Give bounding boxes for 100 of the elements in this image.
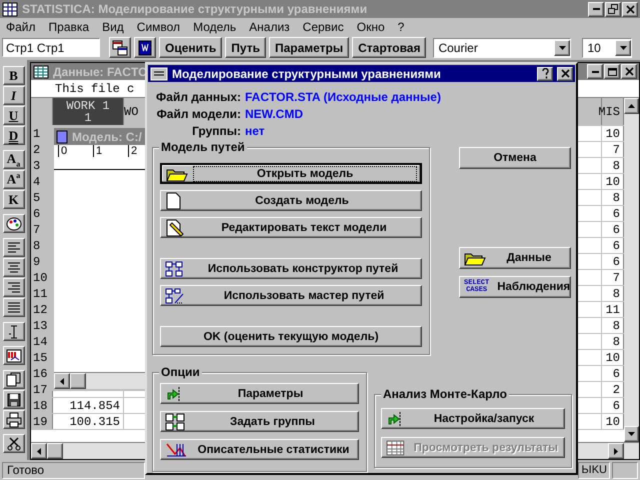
info-value: NEW.CMD	[245, 106, 303, 122]
cell-reference-field[interactable]: Стр1 Стр1	[2, 38, 100, 57]
scroll-up-arrow-icon	[628, 104, 635, 108]
scroll-left-arrow-icon	[60, 378, 64, 384]
command-button[interactable]: Использовать конструктор путей	[160, 258, 422, 279]
group-label: Анализ Монте-Карло	[381, 387, 509, 401]
align-justify-icon	[6, 300, 22, 316]
menu-item[interactable]: Анализ	[249, 20, 290, 34]
format-button[interactable]: D	[2, 126, 24, 145]
toolbar-button[interactable]	[2, 214, 24, 233]
menu-item[interactable]: Файл	[6, 20, 36, 34]
command-button[interactable]: Открыть модель	[160, 163, 422, 184]
toolbar-button[interactable]	[134, 37, 156, 58]
command-button[interactable]: Настройка/запуск	[381, 408, 565, 429]
menu-item[interactable]: ?	[398, 20, 404, 34]
maximize-button[interactable]	[604, 64, 620, 79]
menu-item[interactable]: Модель	[193, 20, 236, 34]
toolbar-button[interactable]	[2, 258, 24, 277]
info-label: Файл данных:	[156, 89, 241, 105]
toolbar-button[interactable]	[2, 322, 24, 341]
dialog-title: Моделирование структурными уравнениями	[172, 66, 441, 80]
command-button[interactable]: Описательные статистики	[160, 439, 359, 460]
ruler-label: 0	[58, 145, 93, 157]
status-indicator: ЬIKU	[578, 462, 610, 478]
toolbar-button[interactable]	[2, 346, 24, 365]
format-button[interactable]: A$^{a}$	[2, 170, 24, 189]
minimize-icon	[592, 70, 598, 72]
chart-window-icon	[6, 348, 22, 364]
command-button[interactable]: Отмена	[459, 147, 571, 169]
toolbar-button[interactable]	[2, 390, 24, 409]
toolbar-button[interactable]: Параметры	[268, 37, 350, 58]
minimize-button[interactable]	[588, 2, 604, 16]
vertical-scrollbar[interactable]	[624, 98, 639, 442]
command-button[interactable]: Использовать мастер путей	[160, 285, 422, 306]
document-icon[interactable]	[56, 130, 68, 144]
chart-icon	[165, 442, 187, 458]
align-center-icon	[6, 260, 22, 276]
row-header: 11	[31, 286, 53, 301]
minimize-button[interactable]	[587, 64, 603, 79]
toolbar-button[interactable]	[109, 37, 131, 58]
menu-item[interactable]: Правка	[48, 20, 90, 34]
app-icon[interactable]	[2, 2, 18, 16]
font-size-combo[interactable]: 10	[582, 38, 632, 58]
page-icon	[165, 192, 181, 210]
row-header: 15	[31, 350, 53, 365]
format-button[interactable]: U	[2, 106, 24, 125]
menu-item[interactable]: Сервис	[302, 20, 344, 34]
scroll-left-arrow-icon	[37, 448, 41, 454]
toolbar-button[interactable]	[2, 434, 24, 453]
row-header: 7	[31, 222, 53, 237]
format-button[interactable]: I	[2, 86, 24, 105]
restore-button[interactable]	[605, 2, 621, 16]
window-menu-icon[interactable]	[150, 66, 168, 80]
scroll-thumb[interactable]	[70, 373, 86, 389]
close-button[interactable]	[557, 66, 573, 80]
toolbar-button[interactable]: Путь	[225, 37, 266, 58]
column-header[interactable]: WO	[124, 98, 146, 125]
command-button[interactable]: Данные	[459, 247, 571, 269]
group-label: Модель путей	[159, 140, 247, 154]
format-button[interactable]: K	[2, 190, 24, 209]
format-button[interactable]: B	[2, 66, 24, 85]
command-button[interactable]: Задать группы	[160, 411, 359, 432]
info-value: FACTOR.STA (Исходные данные)	[245, 89, 441, 105]
format-button[interactable]: A$_{a}$	[2, 150, 24, 169]
command-button[interactable]: OK (оценить текущую модель)	[160, 326, 422, 347]
minimize-icon	[592, 8, 600, 10]
font-combo[interactable]: Courier	[433, 38, 572, 58]
column-header[interactable]: WORK 1 1	[53, 98, 124, 125]
toolbar-button[interactable]	[2, 298, 24, 317]
toolbar-button[interactable]: Оценить	[159, 37, 222, 58]
toolbar-button[interactable]	[2, 238, 24, 257]
save-icon	[6, 392, 22, 408]
toolbar-button[interactable]	[2, 410, 24, 429]
window-title: STATISTICA: Моделирование структурными уравнениями	[22, 2, 368, 16]
menu-item[interactable]: Вид	[102, 20, 124, 34]
row-header: 1	[31, 126, 53, 141]
command-button[interactable]: Редактировать текст модели	[160, 217, 422, 238]
dropdown-arrow-icon	[558, 46, 566, 50]
help-button[interactable]	[537, 66, 553, 80]
toolbar-button[interactable]	[2, 370, 24, 389]
palette-icon	[6, 216, 22, 232]
row-header: 16	[31, 366, 53, 381]
align-left-icon	[6, 240, 22, 256]
windows-icon	[112, 40, 128, 56]
spreadsheet-icon[interactable]	[33, 64, 49, 78]
scroll-thumb[interactable]	[47, 443, 63, 459]
menu-item[interactable]: Символ	[136, 20, 180, 34]
toolbar-button[interactable]: Стартовая	[352, 37, 426, 58]
arrow-icon	[386, 410, 402, 428]
close-button[interactable]	[622, 2, 638, 16]
toolbar-button[interactable]	[2, 278, 24, 297]
row-header: 8	[31, 238, 53, 253]
row-header: 12	[31, 302, 53, 317]
row-header: 9	[31, 254, 53, 269]
row-header: 19	[31, 414, 53, 429]
close-button[interactable]	[621, 64, 637, 79]
command-button[interactable]: Параметры	[160, 383, 359, 404]
info-label: Файл модели:	[156, 106, 241, 122]
command-button[interactable]: Создать модель	[160, 190, 422, 211]
menu-item[interactable]: Окно	[356, 20, 385, 34]
